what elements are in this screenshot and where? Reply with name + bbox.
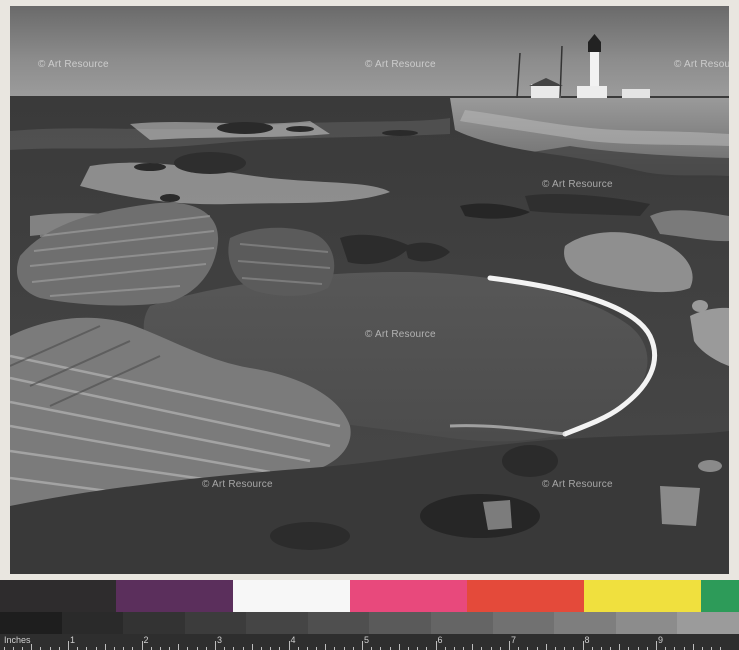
color-swatch bbox=[350, 580, 467, 612]
ruler-number: 9 bbox=[658, 635, 664, 645]
ruler-unit-label: Inches bbox=[4, 635, 31, 645]
ruler-tick bbox=[215, 641, 216, 650]
ruler-tick bbox=[545, 644, 547, 650]
color-swatch bbox=[584, 580, 701, 612]
watermark-text: © Art Resource bbox=[676, 634, 739, 637]
ruler-tick bbox=[178, 644, 180, 650]
gray-swatch bbox=[369, 612, 432, 634]
ruler-number: 7 bbox=[511, 635, 517, 645]
ruler-number: 2 bbox=[143, 635, 149, 645]
ruler-tick bbox=[104, 644, 106, 650]
ruler-tick bbox=[619, 644, 621, 650]
ruler-tick bbox=[509, 641, 510, 650]
watermark-text: © Art Resource bbox=[202, 479, 273, 490]
gray-swatch bbox=[123, 612, 185, 634]
gray-swatch bbox=[492, 612, 555, 634]
gray-swatch bbox=[431, 612, 493, 634]
photo-mount: © Art Resource © Art Resource © Art Reso… bbox=[0, 0, 739, 580]
ruler-number: 6 bbox=[437, 635, 443, 645]
watermark-text: © Art Resource bbox=[365, 59, 436, 70]
color-swatch bbox=[467, 580, 584, 612]
ruler-tick bbox=[582, 641, 584, 650]
watermark-text: © Art Resource bbox=[542, 179, 613, 190]
grayscale-calibration-bar bbox=[0, 612, 739, 634]
gray-swatch bbox=[307, 612, 370, 634]
ruler-tick bbox=[68, 641, 69, 650]
ruler-tick bbox=[692, 644, 694, 650]
watermark-text: © Art Resource bbox=[674, 59, 729, 70]
color-swatch bbox=[0, 580, 116, 612]
ruler-tick bbox=[398, 644, 400, 650]
ruler-number: 8 bbox=[584, 635, 590, 645]
gray-swatch bbox=[615, 612, 678, 634]
gray-swatch bbox=[554, 612, 616, 634]
inch-ruler: Inches 123456789 © Art Resource © Art Re… bbox=[0, 634, 739, 650]
color-calibration-bar bbox=[0, 580, 739, 612]
watermark-text: © Art Resource bbox=[365, 634, 433, 637]
ruler-tick bbox=[31, 644, 33, 650]
ruler-tick bbox=[656, 641, 657, 650]
watermark-text: © Art Resource bbox=[542, 479, 613, 490]
ruler-tick bbox=[472, 644, 474, 650]
gray-swatch bbox=[246, 612, 308, 634]
ruler-number: 4 bbox=[290, 635, 296, 645]
gray-swatch bbox=[677, 612, 739, 634]
ruler-tick bbox=[362, 641, 363, 650]
color-swatch bbox=[701, 580, 739, 612]
ruler-tick bbox=[435, 641, 437, 650]
watermark-text: © Art Resource bbox=[365, 329, 436, 340]
watermark-text: © Art Resource bbox=[38, 634, 106, 637]
ruler-tick bbox=[141, 641, 143, 650]
ruler-number: 3 bbox=[217, 635, 223, 645]
ruler-tick bbox=[251, 644, 253, 650]
coastal-photograph: © Art Resource © Art Resource © Art Reso… bbox=[10, 6, 729, 574]
gray-swatch bbox=[0, 612, 62, 634]
gray-swatch bbox=[61, 612, 124, 634]
watermark-text: © Art Resource bbox=[38, 59, 109, 70]
ruler-tick bbox=[288, 641, 290, 650]
gray-swatch bbox=[184, 612, 247, 634]
ruler-tick bbox=[325, 644, 327, 650]
color-swatch bbox=[116, 580, 233, 612]
color-swatch bbox=[233, 580, 350, 612]
